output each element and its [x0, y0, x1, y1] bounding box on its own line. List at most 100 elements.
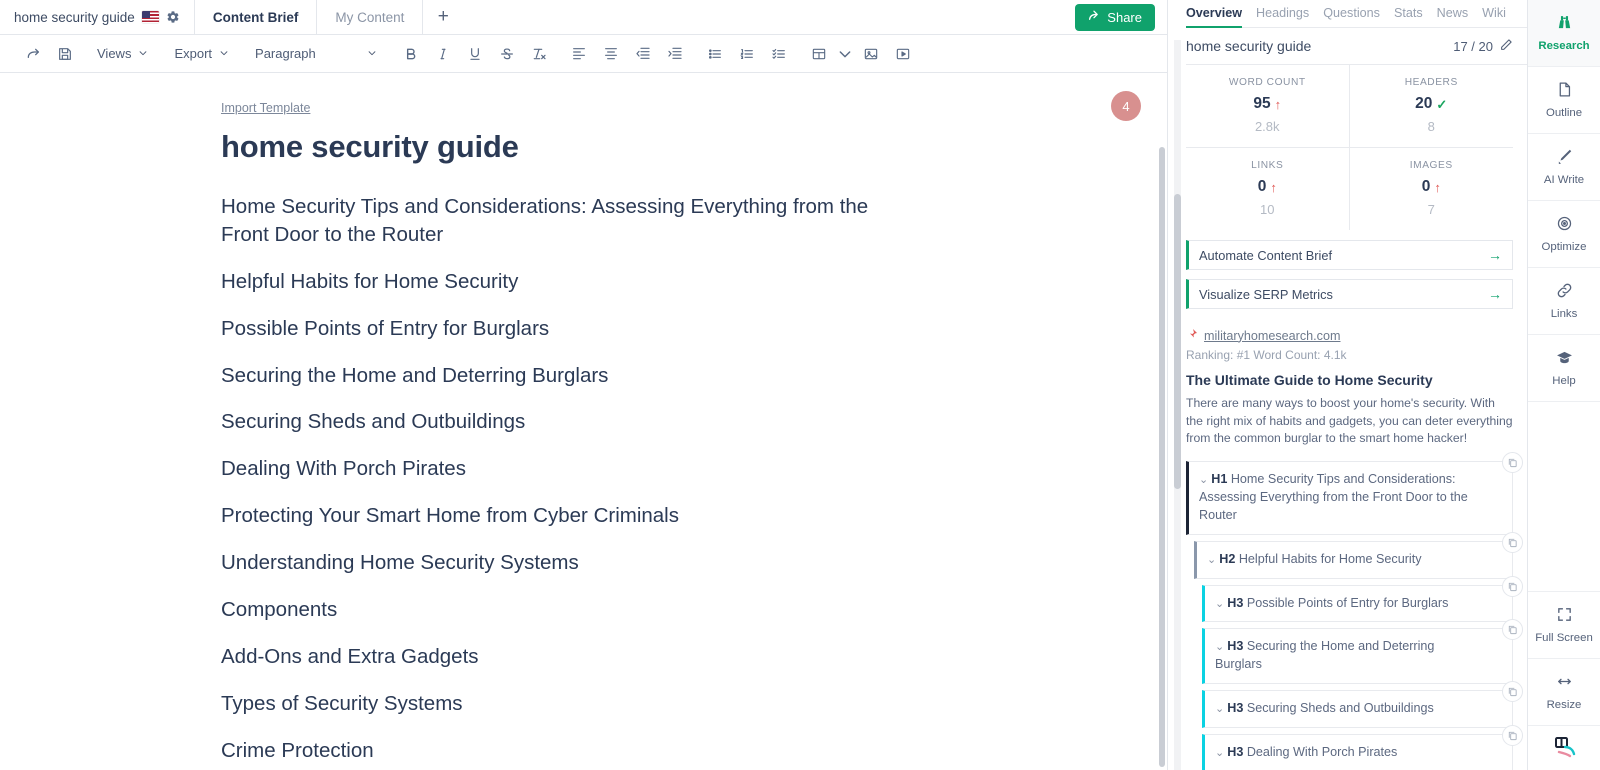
- chevron-down-icon[interactable]: ⌄: [1199, 474, 1208, 486]
- redo-icon[interactable]: [18, 40, 48, 68]
- stat-number: 95: [1253, 95, 1271, 112]
- share-icon: [1088, 9, 1101, 25]
- italic-icon[interactable]: [428, 40, 458, 68]
- document-scroll-area[interactable]: Import Template home security guide Home…: [0, 73, 1167, 770]
- serp-heading-row[interactable]: ⌄ H3 Dealing With Porch Pirates: [1202, 725, 1523, 770]
- document-line[interactable]: Add-Ons and Extra Gadgets: [221, 643, 911, 671]
- document-line[interactable]: Possible Points of Entry for Burglars: [221, 315, 911, 343]
- serp-meta: Ranking: #1 Word Count: 4.1k: [1186, 348, 1347, 362]
- table-icon[interactable]: [804, 40, 834, 68]
- serp-heading-row[interactable]: ⌄ H3 Securing Sheds and Outbuildings: [1202, 681, 1523, 729]
- rail-item-optimize[interactable]: Optimize: [1528, 201, 1600, 268]
- copy-heading-icon[interactable]: [1502, 619, 1523, 641]
- rail-item-links[interactable]: Links: [1528, 268, 1600, 335]
- graduation-cap-icon: [1556, 349, 1573, 369]
- research-tab-overview[interactable]: Overview: [1186, 6, 1243, 28]
- rail-item-outline[interactable]: Outline: [1528, 67, 1600, 134]
- support-widget-icon[interactable]: [1528, 726, 1600, 770]
- outdent-icon[interactable]: [628, 40, 658, 68]
- serp-title[interactable]: The Ultimate Guide to Home Security: [1186, 372, 1513, 388]
- tab-my-content[interactable]: My Content: [317, 0, 424, 34]
- document-body[interactable]: Home Security Tips and Considerations: A…: [221, 193, 1167, 770]
- document-line[interactable]: Types of Security Systems: [221, 690, 911, 718]
- tab-content-brief[interactable]: Content Brief: [195, 0, 318, 34]
- research-tab-news[interactable]: News: [1437, 6, 1469, 27]
- rail-item-full-screen[interactable]: Full Screen: [1528, 592, 1600, 659]
- arrow-up-icon: ↑: [1270, 179, 1277, 195]
- add-tab-button[interactable]: +: [423, 0, 463, 34]
- paragraph-label: Paragraph: [255, 46, 316, 61]
- gear-icon[interactable]: [166, 10, 180, 24]
- serp-heading-row[interactable]: ⌄ H1 Home Security Tips and Consideration…: [1186, 452, 1523, 535]
- import-template-link[interactable]: Import Template: [221, 101, 310, 115]
- paragraph-style-dropdown[interactable]: Paragraph: [246, 40, 386, 68]
- editor-scrollbar[interactable]: [1159, 147, 1165, 767]
- document-line[interactable]: Helpful Habits for Home Security: [221, 268, 911, 296]
- copy-heading-icon[interactable]: [1502, 681, 1523, 703]
- document-line[interactable]: Understanding Home Security Systems: [221, 549, 911, 577]
- action-row[interactable]: Automate Content Brief →: [1186, 240, 1513, 270]
- document-line[interactable]: Crime Protection: [221, 737, 911, 765]
- export-dropdown[interactable]: Export: [165, 40, 238, 68]
- chevron-down-icon[interactable]: ⌄: [1215, 641, 1224, 653]
- keyword-score-group: 17 / 20: [1453, 38, 1513, 54]
- document-title-tab[interactable]: home security guide: [0, 0, 195, 34]
- document-line[interactable]: Protecting Your Smart Home from Cyber Cr…: [221, 502, 911, 530]
- underline-icon[interactable]: [460, 40, 490, 68]
- rail-item-ai-write[interactable]: AI Write: [1528, 134, 1600, 201]
- serp-heading-row[interactable]: ⌄ H3 Possible Points of Entry for Burglar…: [1202, 575, 1523, 623]
- clear-formatting-icon[interactable]: [524, 40, 554, 68]
- table-chevron-down-icon[interactable]: [836, 40, 854, 68]
- research-tab-headings[interactable]: Headings: [1256, 6, 1309, 27]
- document-line[interactable]: Dealing With Porch Pirates: [221, 455, 911, 483]
- copy-heading-icon[interactable]: [1502, 531, 1523, 553]
- document-heading-title[interactable]: home security guide: [221, 129, 1167, 165]
- rail-item-resize[interactable]: Resize: [1528, 659, 1600, 726]
- serp-heading-row[interactable]: ⌄ H2 Helpful Habits for Home Security: [1194, 531, 1523, 579]
- views-dropdown[interactable]: Views: [88, 40, 157, 68]
- chevron-down-icon[interactable]: ⌄: [1215, 598, 1224, 610]
- chevron-down-icon[interactable]: ⌄: [1207, 554, 1216, 566]
- heading-level-tag: H3: [1227, 639, 1244, 654]
- keyword-label: home security guide: [1186, 38, 1312, 54]
- align-center-icon[interactable]: [596, 40, 626, 68]
- bullet-list-icon[interactable]: [700, 40, 730, 68]
- copy-heading-icon[interactable]: [1502, 725, 1523, 747]
- stat-cell: IMAGES 0 ↑ 7: [1350, 148, 1514, 230]
- document-line[interactable]: Components: [221, 596, 911, 624]
- stat-number: 20: [1415, 95, 1433, 112]
- research-tab-wiki[interactable]: Wiki: [1482, 6, 1506, 27]
- tab-bar-spacer: [463, 0, 1075, 34]
- action-row-label: Visualize SERP Metrics: [1199, 286, 1333, 302]
- suggestion-count-badge[interactable]: 4: [1111, 91, 1141, 121]
- save-icon[interactable]: [50, 40, 80, 68]
- rail-item-help[interactable]: Help: [1528, 335, 1600, 402]
- copy-heading-icon[interactable]: [1502, 452, 1523, 474]
- chevron-down-icon[interactable]: ⌄: [1215, 747, 1224, 759]
- document-line[interactable]: Securing the Home and Deterring Burglars: [221, 362, 911, 390]
- link-icon: [1556, 282, 1573, 302]
- research-tab-questions[interactable]: Questions: [1323, 6, 1380, 27]
- stat-number: 0: [1257, 178, 1267, 195]
- bold-icon[interactable]: [396, 40, 426, 68]
- numbered-list-icon[interactable]: [732, 40, 762, 68]
- serp-domain-link[interactable]: militaryhomesearch.com: [1204, 329, 1340, 343]
- copy-heading-icon[interactable]: [1502, 575, 1523, 597]
- checklist-icon[interactable]: [764, 40, 794, 68]
- insert-image-icon[interactable]: [856, 40, 886, 68]
- action-row[interactable]: Visualize SERP Metrics →: [1186, 279, 1513, 309]
- research-tab-stats[interactable]: Stats: [1394, 6, 1423, 27]
- document-line[interactable]: Securing Sheds and Outbuildings: [221, 408, 911, 436]
- indent-icon[interactable]: [660, 40, 690, 68]
- insert-video-icon[interactable]: [888, 40, 918, 68]
- strikethrough-icon[interactable]: [492, 40, 522, 68]
- chevron-down-icon[interactable]: ⌄: [1215, 703, 1224, 715]
- rail-item-research[interactable]: Research: [1528, 0, 1600, 67]
- align-left-icon[interactable]: [564, 40, 594, 68]
- serp-heading-row[interactable]: ⌄ H3 Securing the Home and Deterring Burg…: [1202, 619, 1523, 685]
- research-panel-scrollbar-thumb[interactable]: [1174, 194, 1181, 489]
- document-line[interactable]: Home Security Tips and Considerations: A…: [221, 193, 911, 249]
- us-flag-icon: [141, 11, 159, 23]
- pencil-icon[interactable]: [1500, 38, 1513, 54]
- share-button[interactable]: Share: [1075, 3, 1155, 31]
